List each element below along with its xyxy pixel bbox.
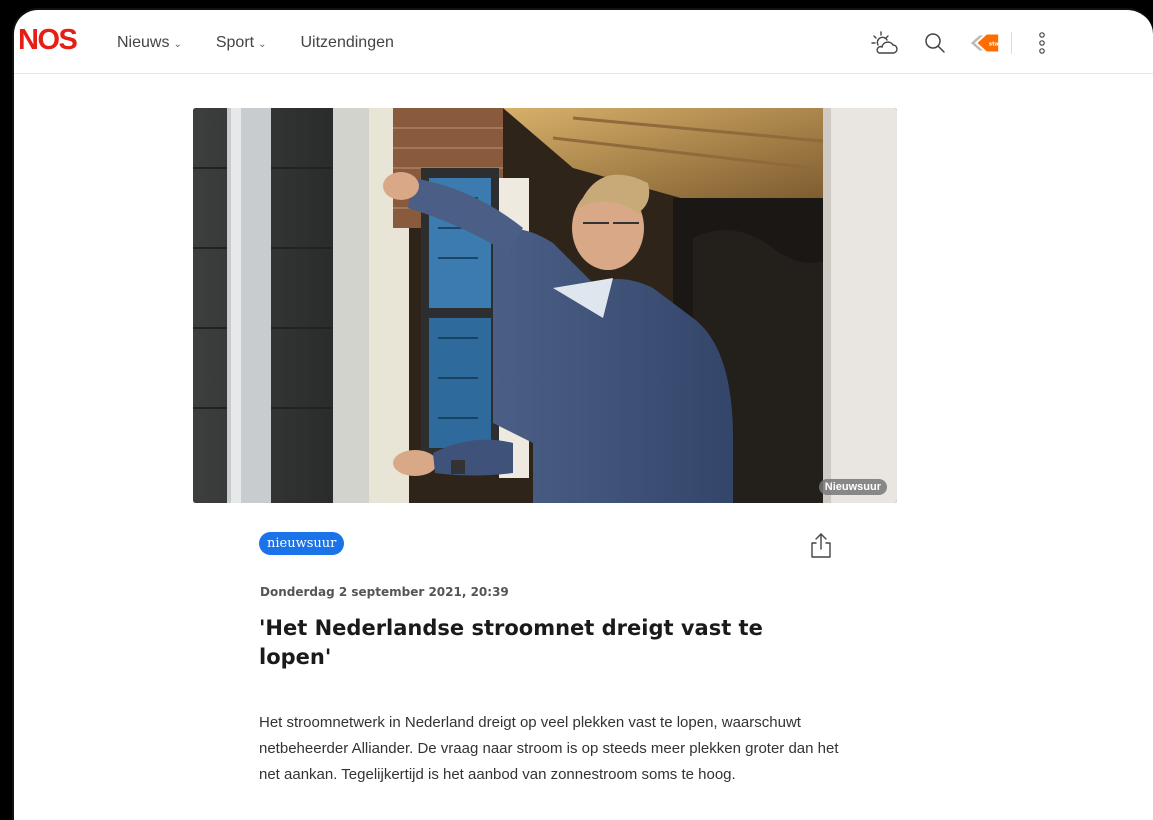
nav-label: Nieuws <box>117 34 170 51</box>
chevron-down-icon: ⌄ <box>173 38 182 50</box>
hero-photo <box>193 108 897 503</box>
weather-icon <box>871 31 898 54</box>
search-icon <box>925 33 945 53</box>
weather-button[interactable] <box>869 27 901 59</box>
article-title: 'Het Nederlandse stroomnet dreigt vast t… <box>259 616 763 669</box>
more-menu-icon <box>1039 32 1045 54</box>
npo-badge-text: start <box>989 41 1001 47</box>
header-separator <box>1011 32 1012 54</box>
nav-label: Uitzendingen <box>300 34 394 51</box>
share-icon <box>811 533 831 558</box>
nav-uitzendingen[interactable]: Uitzendingen <box>301 34 394 52</box>
browser-frame: NOS Nieuws ⌄ Sport ⌄ Uitzendingen sta Ni… <box>12 8 1153 820</box>
article-date: Donderdag 2 september 2021, 20:39 <box>260 585 509 599</box>
article-lead: Het stroomnetwerk in Nederland dreigt op… <box>259 714 839 783</box>
program-tag[interactable]: nieuwsuur <box>259 532 345 555</box>
nav-label: Sport <box>215 34 255 51</box>
hero-image: Nieuwsuur <box>193 108 897 503</box>
npo-start-button[interactable]: start <box>969 27 1001 59</box>
share-button[interactable] <box>808 531 834 559</box>
nos-logo[interactable]: NOS <box>18 24 78 57</box>
chevron-down-icon: ⌄ <box>258 38 267 50</box>
search-button[interactable] <box>919 27 951 59</box>
npo-start-icon: start <box>970 34 1001 52</box>
more-menu-button[interactable] <box>1026 27 1058 59</box>
nav-sport[interactable]: Sport ⌄ <box>216 34 267 52</box>
main-nav: Nieuws ⌄ Sport ⌄ Uitzendingen <box>117 34 394 52</box>
logo-text: NOS <box>18 24 78 56</box>
header-tools: start <box>869 27 1058 59</box>
hero-source-badge: Nieuwsuur <box>818 479 887 495</box>
nav-nieuws[interactable]: Nieuws ⌄ <box>117 34 182 52</box>
site-header: NOS Nieuws ⌄ Sport ⌄ Uitzendingen sta <box>14 10 1153 74</box>
